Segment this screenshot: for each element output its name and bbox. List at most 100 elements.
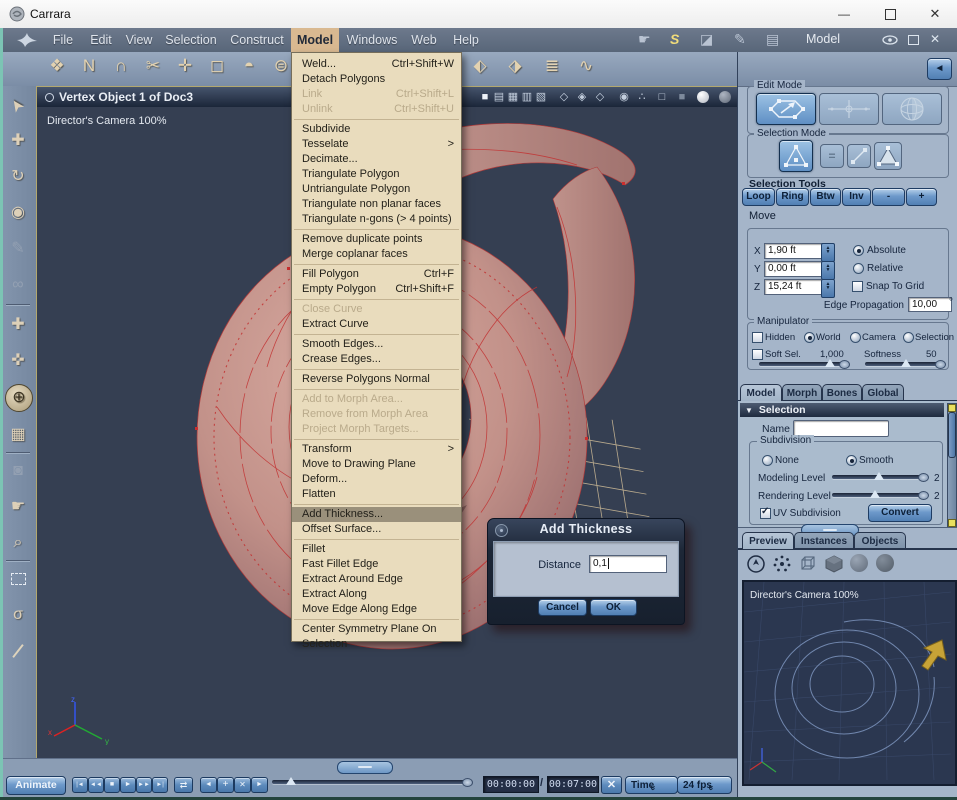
- tab-instances[interactable]: Instances: [794, 532, 854, 549]
- menu-item[interactable]: Merge coplanar faces: [292, 247, 461, 262]
- morph-edit-mode-button[interactable]: [819, 93, 879, 125]
- layout-split-icon[interactable]: ▧: [535, 90, 547, 104]
- current-time-display[interactable]: 00:00:00: [483, 776, 539, 793]
- lasso-tool[interactable]: σ: [5, 602, 31, 628]
- face-selection-button[interactable]: [874, 142, 902, 170]
- hidden-checkbox[interactable]: [752, 332, 763, 343]
- pin-tool-icon[interactable]: ✛: [172, 56, 198, 82]
- time-mode-dropdown[interactable]: Time»: [625, 776, 678, 794]
- menu-item[interactable]: Extract Curve: [292, 317, 461, 332]
- menu-item[interactable]: Extract Along: [292, 587, 461, 602]
- preview-textured-icon[interactable]: [876, 554, 894, 572]
- timeline-slider[interactable]: [272, 777, 473, 787]
- tab-objects[interactable]: Objects: [854, 532, 906, 549]
- preview-solid-icon[interactable]: [824, 554, 844, 574]
- subtract-selection-button[interactable]: -: [872, 188, 905, 206]
- x-field[interactable]: 1,90 ft: [764, 243, 826, 259]
- camera-view-icon-2[interactable]: ◈: [575, 90, 589, 104]
- viewport-scroll-handle[interactable]: [337, 761, 393, 774]
- menu-model[interactable]: Model: [291, 28, 339, 52]
- add-selection-button[interactable]: +: [906, 188, 937, 206]
- clear-time-button[interactable]: ✕: [601, 776, 622, 794]
- bend-tool-icon[interactable]: ∿: [571, 56, 601, 82]
- menu-selection[interactable]: Selection: [160, 28, 222, 52]
- z-stepper[interactable]: ▲ ▼: [821, 279, 835, 298]
- preview-wireframe-icon[interactable]: [798, 554, 818, 574]
- menu-item[interactable]: Untriangulate Polygon: [292, 182, 461, 197]
- menu-file[interactable]: File: [46, 28, 80, 52]
- point-selection-button[interactable]: [779, 140, 813, 172]
- menu-item[interactable]: Unlink Ctrl+Shift+U: [292, 102, 461, 117]
- menu-item[interactable]: Move to Drawing Plane: [292, 457, 461, 472]
- menu-item[interactable]: Close Curve: [292, 302, 461, 317]
- x-stepper[interactable]: ▲ ▼: [821, 243, 835, 262]
- scrollbar-top-cap[interactable]: [948, 404, 956, 412]
- selection-section-header[interactable]: ▼ Selection: [740, 403, 944, 417]
- magnet-tool-icon[interactable]: ∩: [108, 56, 134, 82]
- scrollbar-thumb[interactable]: [948, 412, 956, 458]
- menu-item[interactable]: Flatten: [292, 487, 461, 502]
- marquee-tool[interactable]: [5, 566, 31, 592]
- tab-global[interactable]: Global: [862, 384, 904, 401]
- delete-keyframe-button[interactable]: ✕: [234, 777, 251, 793]
- ring-button[interactable]: Ring: [776, 188, 809, 206]
- ok-button[interactable]: OK: [590, 599, 637, 616]
- total-time-display[interactable]: 00:07:00: [547, 776, 599, 793]
- camera-radio[interactable]: [850, 332, 861, 343]
- softness-slider[interactable]: [865, 359, 946, 369]
- stop-button[interactable]: ■: [104, 777, 120, 793]
- sweep-tool-icon[interactable]: ⬗: [500, 56, 530, 82]
- menu-item[interactable]: Center Symmetry Plane On Selection: [292, 622, 461, 650]
- solid-mode-icon[interactable]: ■: [675, 90, 689, 104]
- layout-two-pane-icon[interactable]: ▤: [493, 90, 505, 104]
- loop-button[interactable]: Loop: [742, 188, 775, 206]
- distance-field[interactable]: 0,1: [589, 555, 667, 573]
- menu-item[interactable]: Link Ctrl+Shift+L: [292, 87, 461, 102]
- collapse-panel-button[interactable]: ◄: [927, 58, 952, 80]
- menu-item[interactable]: Triangulate Polygon: [292, 167, 461, 182]
- link-tool[interactable]: ∞: [5, 272, 31, 298]
- menu-view[interactable]: View: [120, 28, 158, 52]
- rotate-tool[interactable]: ↻: [5, 164, 31, 190]
- play-button[interactable]: ►: [120, 777, 136, 793]
- preview-shaded-icon[interactable]: [850, 554, 868, 572]
- maximize-button[interactable]: [868, 0, 912, 28]
- translate-rotate-tool[interactable]: ✜: [5, 348, 31, 374]
- edge-selection-button[interactable]: [847, 144, 871, 168]
- menu-item[interactable]: Detach Polygons: [292, 72, 461, 87]
- menu-construct[interactable]: Construct: [224, 28, 290, 52]
- menu-item[interactable]: Add Thickness...: [292, 507, 461, 522]
- orbit-mode-icon[interactable]: ◉: [617, 90, 631, 104]
- move-tool[interactable]: ✚: [5, 128, 31, 154]
- menu-item[interactable]: Triangulate non planar faces: [292, 197, 461, 212]
- menu-item[interactable]: Weld... Ctrl+Shift+W: [292, 57, 461, 72]
- menu-item[interactable]: Remove duplicate points: [292, 232, 461, 247]
- modeling-level-slider[interactable]: [832, 472, 929, 482]
- menu-windows[interactable]: Windows: [341, 28, 403, 52]
- menu-item[interactable]: Extract Around Edge: [292, 572, 461, 587]
- snap-to-grid-checkbox[interactable]: [852, 281, 863, 292]
- universal-manipulator-tool[interactable]: ⊕: [5, 384, 33, 412]
- invert-button[interactable]: Inv: [842, 188, 871, 206]
- marquee-select-tool-icon[interactable]: ◻: [204, 56, 230, 82]
- menu-item[interactable]: Remove from Morph Area: [292, 407, 461, 422]
- preview-viewport[interactable]: Director's Camera 100%: [742, 580, 957, 786]
- extrude-tool-icon[interactable]: ⬖: [465, 56, 495, 82]
- uv-subdivision-checkbox[interactable]: [760, 506, 771, 519]
- animation-room-icon[interactable]: ✎: [734, 31, 746, 48]
- panel-scrollbar[interactable]: [947, 403, 957, 527]
- loop-button[interactable]: ⇄: [174, 777, 193, 793]
- menu-item[interactable]: Triangulate n-gons (> 4 points): [292, 212, 461, 227]
- rendering-level-slider[interactable]: [832, 490, 929, 500]
- y-field[interactable]: 0,00 ft: [764, 261, 826, 277]
- fast-forward-button[interactable]: ►►: [136, 777, 152, 793]
- tab-morph[interactable]: Morph: [782, 384, 822, 401]
- tab-preview[interactable]: Preview: [742, 532, 794, 549]
- loft-tool-icon[interactable]: ≣: [537, 56, 567, 82]
- minimize-button[interactable]: —: [822, 0, 866, 28]
- menu-item[interactable]: Move Edge Along Edge: [292, 602, 461, 617]
- z-field[interactable]: 15,24 ft: [764, 279, 826, 295]
- layout-three-pane-icon[interactable]: ▥: [521, 90, 533, 104]
- edge-propagation-field[interactable]: 10,00: [908, 297, 952, 312]
- animate-button[interactable]: Animate: [6, 776, 66, 795]
